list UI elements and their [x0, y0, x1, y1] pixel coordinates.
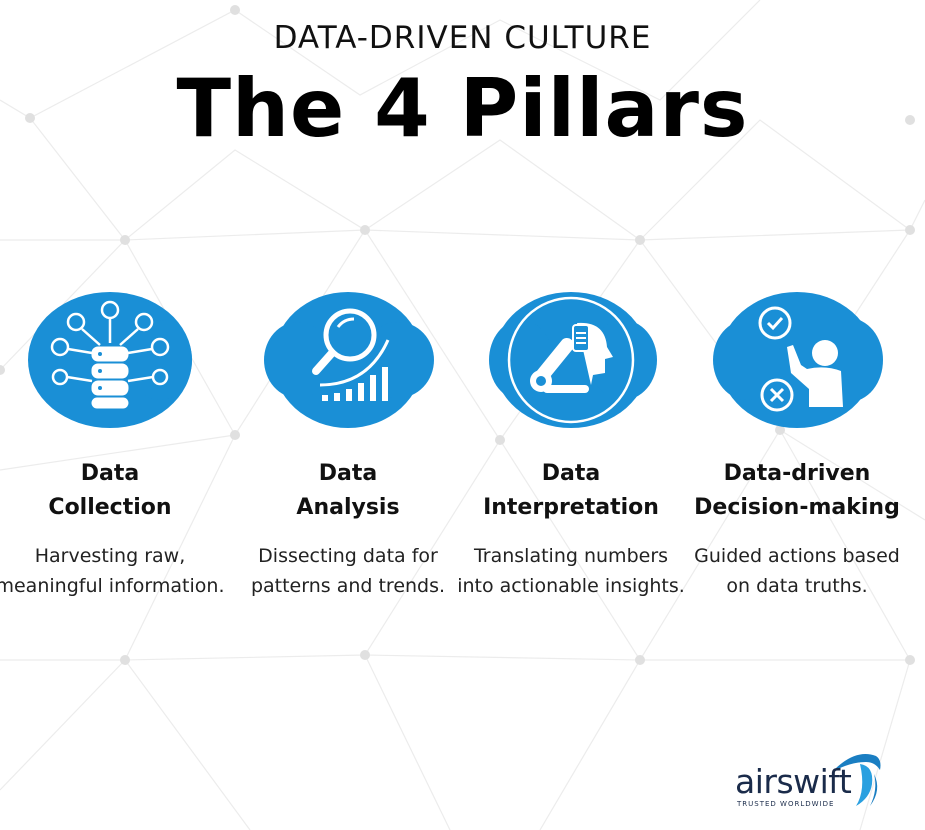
pillar-data-analysis: Data Analysis Dissecting data for patter…: [233, 285, 463, 601]
data-collection-icon: [20, 285, 200, 445]
pillar-data-collection: Data Collection Harvesting raw, meaningf…: [0, 285, 225, 601]
pillar-description: Guided actions based on data truths.: [694, 545, 900, 597]
pillar-title: Data Interpretation: [483, 461, 659, 520]
pillar-title: Data-driven Decision-making: [694, 461, 900, 520]
page-subtitle: DATA-DRIVEN CULTURE: [273, 20, 652, 56]
data-interpretation-icon: [481, 285, 661, 445]
pillar-description: Translating numbers into actionable insi…: [457, 545, 685, 597]
airswift-logo: airswift TRUSTED WORLDWIDE: [735, 750, 885, 810]
page-title: The 4 Pillars: [176, 62, 749, 155]
decision-making-icon: [707, 285, 887, 445]
pillar-title: Data Collection: [48, 461, 172, 520]
pillar-description: Dissecting data for patterns and trends.: [250, 545, 446, 597]
pillar-description: Harvesting raw, meaningful information.: [0, 545, 225, 597]
brand-name: airswift: [735, 762, 852, 801]
data-analysis-icon: [258, 285, 438, 445]
pillar-title: Data Analysis: [296, 461, 400, 520]
pillar-decision-making: Data-driven Decision-making Guided actio…: [682, 285, 912, 601]
brand-tagline: TRUSTED WORLDWIDE: [737, 800, 835, 808]
pillar-data-interpretation: Data Interpretation Translating numbers …: [456, 285, 686, 601]
